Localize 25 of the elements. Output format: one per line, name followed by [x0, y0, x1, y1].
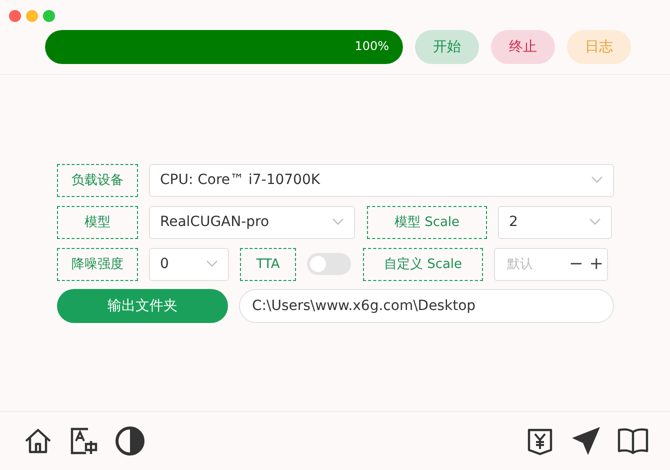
- close-button[interactable]: [9, 10, 21, 22]
- progress-reading: 100%: [354, 39, 389, 53]
- field-label: TTA: [240, 248, 296, 280]
- chevron-icon: [589, 218, 601, 226]
- toggle-switch[interactable]: [307, 253, 351, 275]
- field-label: 模型 Scale: [367, 206, 487, 238]
- send-icon[interactable]: [570, 425, 602, 457]
- path-field[interactable]: C:\Users\www.x6g.com\Desktop: [239, 289, 614, 323]
- dropdown[interactable]: CPU: Core™ i7-10700K: [149, 164, 614, 196]
- dropdown[interactable]: 2: [498, 206, 612, 238]
- increment-button[interactable]: +: [589, 254, 604, 274]
- chevron-icon: [332, 218, 344, 226]
- number-field[interactable]: 默认 − +: [494, 248, 608, 280]
- dropdown[interactable]: RealCUGAN-pro: [149, 206, 355, 238]
- field-label: 自定义 Scale: [363, 248, 483, 280]
- dropdown[interactable]: 0: [149, 248, 229, 280]
- field-label: 降噪强度: [57, 248, 138, 280]
- decrement-button[interactable]: −: [569, 254, 584, 274]
- chevron-icon: [591, 176, 603, 184]
- translate-icon[interactable]: [68, 425, 100, 457]
- contrast-icon[interactable]: [114, 425, 146, 457]
- field-label: 负载设备: [57, 164, 138, 196]
- stop-button[interactable]: 终止: [491, 30, 555, 64]
- chevron-icon: [206, 260, 218, 268]
- field-label: 模型: [57, 206, 138, 238]
